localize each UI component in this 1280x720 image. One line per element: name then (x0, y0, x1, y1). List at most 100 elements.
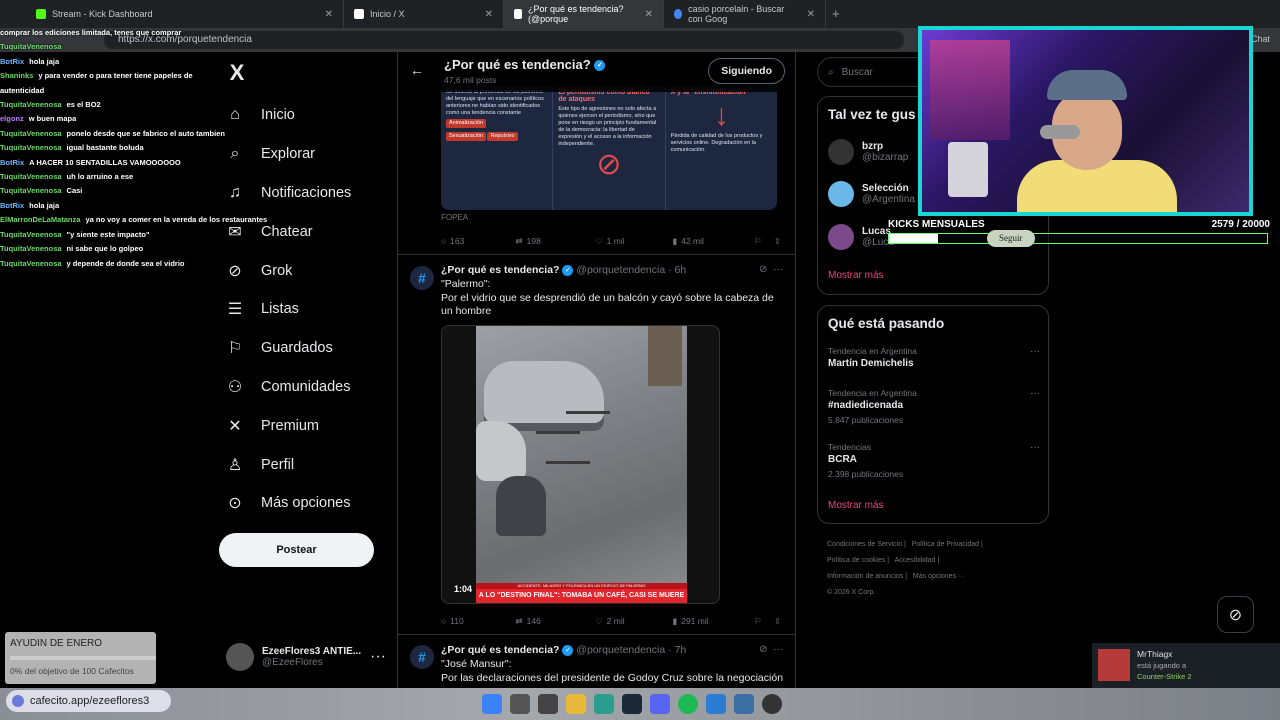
avatar[interactable]: # (410, 645, 434, 669)
x-logo-icon[interactable]: X (225, 60, 249, 85)
chat-username[interactable]: TuquitaVenenosa (0, 141, 62, 155)
like-button[interactable]: ♡ 1 mil (595, 236, 673, 247)
close-icon[interactable]: ✕ (485, 9, 493, 20)
retweet-button[interactable]: ⇄ 146 (516, 616, 596, 627)
account-switcher[interactable]: EzeeFlores3 ANTIE... @EzeeFlores ··· (226, 640, 386, 674)
more-icon[interactable]: ··· (1030, 442, 1040, 453)
nav-item-mas-opciones[interactable]: ⊙ Más opciones (225, 484, 351, 523)
footer-link[interactable]: Información de anuncios | (827, 573, 907, 580)
following-button[interactable]: Siguiendo (708, 58, 785, 84)
show-more-link[interactable]: Mostrar más (828, 500, 884, 511)
infographic-col-1: Se detectó la presencia de los patrones … (441, 85, 554, 210)
timeline[interactable]: ← ¿Por qué es tendencia? ✓ 47,6 mil post… (397, 52, 796, 688)
divider (398, 254, 795, 255)
nav-item-listas[interactable]: ☰ Listas (225, 290, 351, 329)
chat-username[interactable]: BotRix (0, 156, 24, 170)
trend-item[interactable]: Tendencia en Argentina #nadiedicenada 5.… (828, 388, 1040, 425)
footer-link[interactable]: Más opciones ··· (913, 573, 965, 580)
app-icon[interactable] (734, 694, 754, 714)
mail-icon[interactable] (706, 694, 726, 714)
trend-item[interactable]: Tendencias BCRA 2.398 publicaciones ··· (828, 442, 1040, 479)
retweet-button[interactable]: ⇄ 198 (516, 236, 596, 247)
chat-username[interactable]: TuquitaVenenosa (0, 228, 62, 242)
share-icon[interactable]: ⇪ (774, 616, 781, 627)
nav-item-inicio[interactable]: ⌂ Inicio (225, 96, 351, 135)
steam-icon[interactable] (622, 694, 642, 714)
post-button[interactable]: Postear (219, 533, 374, 567)
steam-notification[interactable]: MrThiagx está jugando a Counter-Strike 2 (1092, 643, 1280, 688)
like-button[interactable]: ♡ 2 mil (595, 616, 673, 627)
nav-item-perfil[interactable]: ♙ Perfil (225, 445, 351, 484)
windows-start-icon[interactable] (482, 694, 502, 714)
folder-icon[interactable] (566, 694, 586, 714)
back-arrow-icon[interactable]: ← (410, 62, 424, 78)
nav-item-grok[interactable]: ⊘ Grok (225, 251, 351, 290)
share-icon[interactable]: ⇪ (774, 236, 781, 247)
prohibited-icon: ⊘ (596, 148, 622, 181)
author-name[interactable]: ¿Por qué es tendencia? (441, 644, 559, 656)
webcam-microphone (1040, 125, 1080, 139)
nav-item-guardados[interactable]: ⚐ Guardados (225, 329, 351, 368)
footer-link[interactable]: Política de cookies | (827, 557, 889, 564)
browser-tab-bar: Stream - Kick Dashboard ✕ Inicio / X ✕ ¿… (0, 0, 1280, 28)
seguir-button[interactable]: Seguir (987, 230, 1035, 247)
bookmark-icon[interactable]: ⚐ (754, 616, 774, 627)
chat-username[interactable]: Shaninks (0, 69, 33, 83)
list-icon: ☰ (227, 301, 243, 319)
tab-inicio-x[interactable]: Inicio / X ✕ (344, 0, 504, 28)
more-icon[interactable]: ··· (1030, 388, 1040, 399)
avatar[interactable]: # (410, 266, 434, 290)
chat-username[interactable]: TuquitaVenenosa (0, 40, 62, 54)
more-icon[interactable]: ··· (1030, 346, 1040, 357)
tab-google-search[interactable]: casio porcelain - Buscar con Goog ✕ (664, 0, 826, 28)
more-icon[interactable]: ··· (773, 264, 783, 275)
footer-link[interactable]: Política de Privacidad | (912, 541, 983, 548)
chat-username[interactable]: TuquitaVenenosa (0, 98, 62, 112)
chat-text: ni sabe que lo golpeo (66, 244, 144, 254)
new-tab-button[interactable]: + (832, 6, 840, 21)
chat-username[interactable]: BotRix (0, 199, 24, 213)
chrome-icon[interactable] (594, 694, 614, 714)
tweet-image-infographic[interactable]: Se detectó la presencia de los patrones … (441, 85, 777, 210)
views-button[interactable]: ▮ 42 mil (673, 236, 754, 247)
tab-kick-dashboard[interactable]: Stream - Kick Dashboard ✕ (26, 0, 344, 28)
chat-username[interactable]: TuquitaVenenosa (0, 170, 62, 184)
nav-item-chatear[interactable]: ✉ Chatear (225, 212, 351, 251)
more-icon[interactable]: ··· (773, 644, 783, 655)
chat-button[interactable]: Chat (1251, 34, 1270, 44)
grok-icon[interactable]: ⊘ (759, 264, 767, 275)
nav-item-notificaciones[interactable]: ♫ Notificaciones (225, 174, 351, 213)
nav-item-explorar[interactable]: ⌕ Explorar (225, 135, 351, 174)
grok-icon[interactable]: ⊘ (759, 644, 767, 655)
chat-username[interactable]: TuquitaVenenosa (0, 242, 62, 256)
grok-float-button[interactable]: ⊘ (1217, 596, 1254, 633)
chat-username[interactable]: ElMarronDeLaMatanza (0, 213, 80, 227)
chat-username[interactable]: elgonz (0, 112, 24, 126)
views-button[interactable]: ▮ 291 mil (673, 616, 754, 627)
chat-username[interactable]: TuquitaVenenosa (0, 184, 62, 198)
close-icon[interactable]: ✕ (325, 9, 333, 20)
tweet-video[interactable]: ACCIDENTE, MILAGRO Y POLÉMICA EN UN EDIF… (441, 325, 720, 604)
reply-button[interactable]: ○ 163 (441, 236, 516, 246)
discord-icon[interactable] (650, 694, 670, 714)
nav-item-premium[interactable]: ✕ Premium (225, 406, 351, 445)
chat-username[interactable]: BotRix (0, 55, 24, 69)
chat-username[interactable]: TuquitaVenenosa (0, 257, 62, 271)
close-icon[interactable]: ✕ (807, 9, 815, 20)
footer-link[interactable]: Accesibilidad | (895, 557, 940, 564)
more-icon[interactable]: ··· (370, 648, 386, 666)
search-icon[interactable] (510, 694, 530, 714)
bookmark-icon[interactable]: ⚐ (754, 236, 774, 247)
chat-username[interactable]: TuquitaVenenosa (0, 127, 62, 141)
spotify-icon[interactable] (678, 694, 698, 714)
trend-item[interactable]: Tendencia en Argentina Martín Demichelis… (828, 346, 1040, 369)
obs-icon[interactable] (762, 694, 782, 714)
tab-porquetendencia[interactable]: ¿Por qué es tendencia? (@porque ✕ (504, 0, 664, 28)
nav-item-comunidades[interactable]: ⚇ Comunidades (225, 368, 351, 407)
close-icon[interactable]: ✕ (645, 9, 653, 20)
show-more-link[interactable]: Mostrar más (828, 270, 884, 281)
task-view-icon[interactable] (538, 694, 558, 714)
reply-button[interactable]: ○ 110 (441, 616, 516, 626)
author-name[interactable]: ¿Por qué es tendencia? (441, 264, 559, 276)
footer-link[interactable]: Condiciones de Servicio | (827, 541, 906, 548)
